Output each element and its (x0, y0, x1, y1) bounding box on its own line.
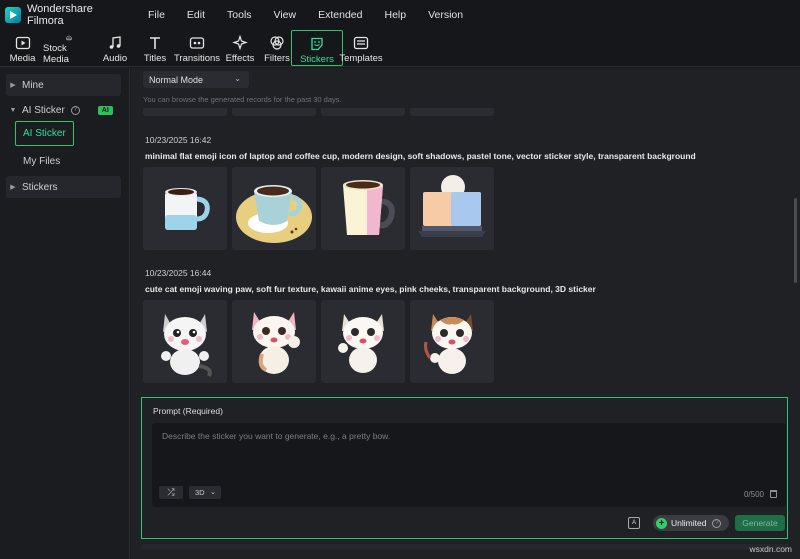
trash-icon[interactable] (770, 490, 777, 498)
cat-sticker-2-icon (252, 312, 300, 374)
tab-stickers[interactable]: Stickers (291, 30, 343, 66)
menu-bar: File Edit Tools View Extended Help Versi… (148, 9, 485, 21)
filmora-logo-icon (5, 7, 21, 23)
cat-sticker-3-icon (338, 314, 384, 373)
sticker-thumbnail-coffee-mug[interactable] (143, 167, 227, 250)
previous-thumb-stub (321, 108, 405, 116)
title-bar: Wondershare Filmora File Edit Tools View… (0, 0, 800, 30)
effects-icon (232, 35, 248, 51)
stickers-icon (311, 37, 323, 51)
app-name: Wondershare Filmora (27, 3, 93, 27)
sidebar: ▶ Mine ▼ AI Sticker ? AI AI Sticker My F… (0, 68, 130, 559)
previous-thumb-stub (410, 108, 494, 116)
help-icon[interactable]: ? (712, 518, 722, 528)
tab-audio[interactable]: Audio (100, 32, 130, 65)
sidebar-item-stickers[interactable]: ▶ Stickers (6, 176, 121, 198)
chevron-down-icon: ⌄ (234, 74, 241, 83)
character-counter: 0/500 (743, 490, 764, 499)
menu-tools[interactable]: Tools (227, 9, 252, 21)
menu-edit[interactable]: Edit (187, 9, 205, 21)
generate-button[interactable]: Generate (735, 515, 785, 531)
sticker-thumbnail-cat-4[interactable] (410, 300, 494, 383)
previous-thumb-stub (143, 108, 227, 116)
tab-titles[interactable]: Titles (140, 32, 170, 65)
coffee-cup-saucer-sticker-icon (236, 185, 312, 243)
menu-help[interactable]: Help (384, 9, 406, 21)
shuffle-button[interactable]: ⤮ (159, 486, 183, 499)
style-select[interactable]: 3D ⌄ (189, 486, 221, 499)
prompt-input[interactable]: Describe the sticker you want to generat… (152, 423, 786, 507)
sticker-thumbnail-laptop[interactable] (410, 167, 494, 250)
menu-file[interactable]: File (148, 9, 165, 21)
stock-media-icon (66, 35, 72, 41)
media-icon (15, 36, 30, 50)
tab-transitions[interactable]: Transitions (174, 32, 220, 65)
chevron-down-icon: ⌄ (210, 489, 216, 496)
transitions-icon (189, 37, 205, 49)
coffee-mug-sticker-icon (165, 188, 210, 230)
sidebar-item-mine[interactable]: ▶ Mine (6, 74, 121, 96)
record-prompt: minimal flat emoji icon of laptop and co… (145, 151, 696, 161)
ai-badge: AI (97, 105, 113, 115)
menu-version[interactable]: Version (428, 9, 463, 21)
plus-circle-icon: + (656, 517, 667, 529)
sticker-thumbnail-cat-1[interactable] (143, 300, 227, 383)
prompt-placeholder: Describe the sticker you want to generat… (162, 431, 391, 441)
prompt-panel: Prompt (Required) Describe the sticker y… (141, 397, 788, 539)
tab-filters[interactable]: Filters (263, 32, 291, 65)
prompt-label: Prompt (Required) (153, 406, 223, 416)
caret-right-icon: ▶ (10, 82, 16, 89)
sticker-thumbnail-cat-3[interactable] (321, 300, 405, 383)
caret-right-icon: ▶ (10, 184, 16, 191)
caret-down-icon: ▼ (9, 106, 17, 114)
tab-media[interactable]: Media (6, 32, 39, 65)
watermark: wsxdn.com (749, 544, 792, 554)
sticker-panel: Normal Mode ⌄ You can browse the generat… (131, 68, 800, 559)
cat-sticker-1-icon (161, 314, 212, 377)
help-icon[interactable]: ? (70, 105, 80, 115)
sidebar-item-ai-sticker[interactable]: ▼ AI Sticker ? AI (6, 99, 121, 121)
sidebar-subitem-ai-sticker[interactable]: AI Sticker (15, 121, 74, 146)
cat-sticker-4-icon (424, 314, 473, 374)
menu-extended[interactable]: Extended (318, 9, 362, 21)
templates-icon (353, 36, 369, 50)
record-prompt: cute cat emoji waving paw, soft fur text… (145, 284, 596, 294)
record-date: 10/23/2025 16:42 (145, 135, 212, 145)
previous-thumb-stub (232, 108, 316, 116)
mode-select[interactable]: Normal Mode ⌄ (143, 71, 249, 88)
audio-icon (109, 36, 121, 49)
unlimited-credits-button[interactable]: + Unlimited ? (653, 515, 729, 531)
menu-view[interactable]: View (274, 9, 297, 21)
sticker-thumbnail-pastel-mug[interactable] (321, 167, 405, 250)
tab-templates[interactable]: Templates (339, 32, 383, 65)
pastel-mug-sticker-icon (343, 180, 395, 235)
ai-image-icon[interactable]: A (628, 517, 640, 529)
sticker-thumbnail-coffee-cup-saucer[interactable] (232, 167, 316, 250)
record-date: 10/23/2025 16:44 (145, 268, 212, 278)
sidebar-subitem-my-files[interactable]: My Files (23, 156, 60, 167)
titles-icon (150, 37, 160, 49)
tab-stock-media[interactable]: Stock Media (43, 32, 95, 65)
toolbar: Media Stock Media Audio Titles Transitio… (0, 30, 800, 67)
scrollbar[interactable] (794, 198, 797, 283)
history-hint: You can browse the generated records for… (143, 95, 342, 104)
sticker-thumbnail-cat-2[interactable] (232, 300, 316, 383)
tab-effects[interactable]: Effects (224, 32, 256, 65)
panel-footer (141, 544, 788, 550)
laptop-sticker-icon (418, 175, 486, 237)
filters-icon (270, 36, 284, 50)
shuffle-icon: ⤮ (167, 487, 175, 497)
